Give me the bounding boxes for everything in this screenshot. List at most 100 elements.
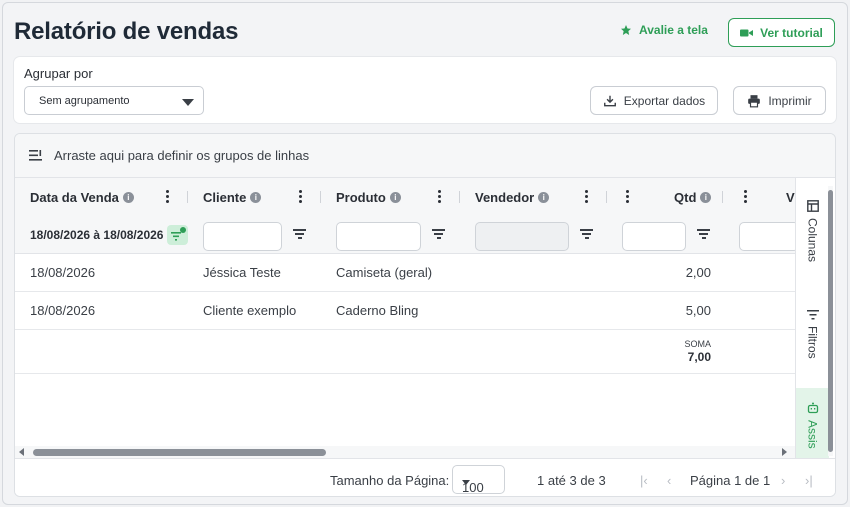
info-icon: i — [250, 191, 262, 203]
column-menu-icon[interactable] — [626, 190, 629, 203]
filter-icon[interactable] — [293, 229, 306, 240]
column-title-value: V — [786, 189, 795, 205]
tab-assistant[interactable]: Assis — [796, 388, 829, 464]
info-icon: i — [538, 191, 550, 203]
active-filter-button[interactable] — [167, 225, 188, 245]
column-separator — [606, 191, 607, 203]
last-page-icon[interactable]: ›| — [805, 473, 813, 488]
column-title-product: Produto — [336, 189, 386, 205]
tab-filters[interactable]: Filtros — [796, 310, 829, 359]
vertical-scroll-thumb[interactable] — [828, 190, 833, 452]
download-icon — [603, 95, 616, 106]
filter-active-icon — [171, 227, 186, 241]
tab-assistant-label: Assis — [805, 420, 820, 449]
cell-client: Jéssica Teste — [203, 265, 281, 280]
scroll-right-icon[interactable] — [782, 448, 787, 456]
cell-product: Caderno Bling — [336, 303, 419, 318]
group-by-value: Sem agrupamento — [39, 94, 130, 107]
tab-filters-label: Filtros — [805, 326, 820, 359]
chevron-down-icon — [462, 480, 470, 485]
column-separator — [459, 191, 460, 203]
column-header-row: Data da Venda i Cliente i Produto i Vendedo… — [15, 178, 795, 216]
qty-filter-input[interactable] — [622, 222, 686, 251]
horizontal-scrollbar[interactable] — [15, 446, 795, 458]
column-separator — [722, 191, 723, 203]
column-menu-icon[interactable] — [166, 190, 169, 203]
client-filter-input[interactable] — [203, 222, 282, 251]
table-row[interactable]: 18/08/2026 Jéssica Teste Camiseta (geral… — [15, 254, 795, 292]
drag-hint: Arraste aqui para definir os grupos de l… — [54, 148, 310, 163]
vertical-scrollbar[interactable] — [828, 186, 833, 456]
tutorial-button[interactable]: Ver tutorial — [728, 18, 835, 47]
print-button[interactable]: Imprimir — [733, 86, 826, 115]
summary-row: SOMA 7,00 — [15, 330, 795, 374]
previous-page-icon[interactable]: ‹ — [667, 473, 671, 488]
page-size-label: Tamanho da Página: — [330, 473, 450, 488]
toolbar-card: Agrupar por Sem agrupamento Exportar dad… — [14, 57, 836, 123]
tutorial-label: Ver tutorial — [760, 25, 823, 40]
filter-icon — [806, 310, 819, 320]
export-label: Exportar dados — [623, 93, 706, 108]
columns-icon — [806, 200, 819, 212]
first-page-icon[interactable]: |‹ — [640, 473, 648, 488]
column-separator — [320, 191, 321, 203]
tab-columns-label: Colunas — [805, 218, 820, 263]
sum-value: 7,00 — [687, 350, 711, 364]
pagination-bar: Tamanho da Página: 100 1 até 3 de 3 |‹ ‹… — [15, 458, 835, 496]
chevron-down-icon — [182, 99, 194, 106]
group-by-label: Agrupar por — [24, 66, 93, 81]
column-title-seller: Vendedor — [475, 189, 535, 205]
column-menu-icon[interactable] — [299, 190, 302, 203]
tab-columns[interactable]: Colunas — [796, 200, 829, 262]
scroll-left-icon[interactable] — [19, 448, 24, 456]
cell-client: Cliente exemplo — [203, 303, 297, 318]
tool-panel-sidebar: Colunas Filtros Assis — [795, 178, 829, 464]
star-icon — [621, 25, 631, 35]
product-filter-input[interactable] — [336, 222, 421, 251]
info-icon: i — [122, 191, 134, 203]
filter-icon[interactable] — [697, 229, 710, 240]
column-header-value[interactable]: V — [786, 178, 795, 216]
group-by-select[interactable]: Sem agrupamento — [24, 86, 204, 115]
page-indicator: Página 1 de 1 — [690, 473, 771, 488]
value-filter-input[interactable] — [739, 222, 799, 251]
scroll-thumb[interactable] — [33, 449, 326, 456]
column-header-qty[interactable]: Qtd i — [674, 178, 712, 216]
page-size-select[interactable]: 100 — [452, 465, 505, 495]
row-groups-icon — [29, 150, 42, 161]
rate-screen-label: Avalie a tela — [639, 23, 708, 37]
column-header-product[interactable]: Produto i — [336, 178, 401, 216]
cell-date: 18/08/2026 — [30, 303, 96, 318]
cell-qty: 5,00 — [685, 303, 711, 318]
sum-label: SOMA — [684, 339, 711, 349]
printer-icon — [748, 94, 761, 107]
rate-screen-button[interactable]: Avalie a tela — [620, 23, 708, 37]
column-menu-icon[interactable] — [585, 190, 588, 203]
filter-icon[interactable] — [580, 229, 593, 240]
floating-filter-row: 18/08/2026 à 18/08/2026 — [15, 216, 799, 254]
column-separator — [187, 191, 188, 203]
export-button[interactable]: Exportar dados — [590, 86, 718, 115]
column-header-date[interactable]: Data da Venda i — [30, 178, 134, 216]
column-header-seller[interactable]: Vendedor i — [475, 178, 550, 216]
data-grid: Arraste aqui para definir os grupos de l… — [14, 133, 836, 497]
column-header-client[interactable]: Cliente i — [203, 178, 262, 216]
cell-product: Camiseta (geral) — [336, 265, 433, 280]
date-filter-value[interactable]: 18/08/2026 à 18/08/2026 — [30, 216, 163, 253]
row-group-drop-zone[interactable]: Arraste aqui para definir os grupos de l… — [15, 134, 835, 178]
robot-icon — [807, 402, 818, 414]
table-row[interactable]: 18/08/2026 Cliente exemplo Caderno Bling… — [15, 292, 795, 330]
next-page-icon[interactable]: › — [781, 473, 785, 488]
cell-qty: 2,00 — [685, 265, 711, 280]
cell-date: 18/08/2026 — [30, 265, 96, 280]
page-title: Relatório de vendas — [14, 18, 239, 45]
column-menu-icon[interactable] — [438, 190, 441, 203]
row-range: 1 até 3 de 3 — [537, 473, 606, 488]
seller-filter-input — [475, 222, 569, 251]
video-camera-icon — [740, 29, 754, 36]
column-menu-icon[interactable] — [744, 190, 747, 203]
info-icon: i — [389, 191, 401, 203]
column-title-date: Data da Venda — [30, 189, 119, 205]
info-icon: i — [700, 191, 712, 203]
filter-icon[interactable] — [432, 229, 445, 240]
